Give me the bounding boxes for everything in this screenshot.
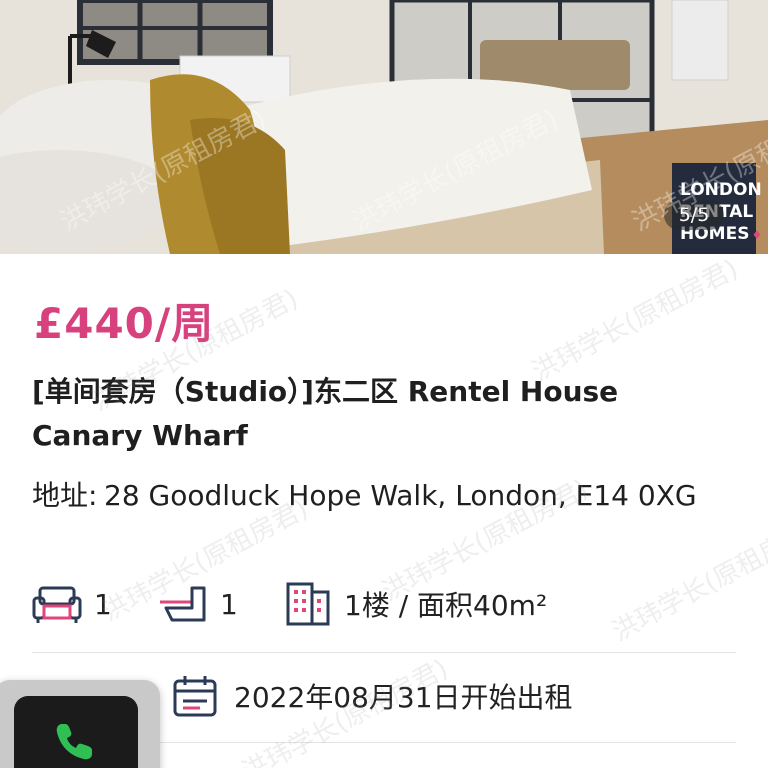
address-value[interactable]: 28 Goodluck Hope Walk, London, E14 0XG — [104, 474, 704, 518]
phone-icon — [56, 724, 92, 760]
bathroom-count: 1 — [158, 580, 238, 628]
building-icon — [286, 582, 330, 626]
brand-heart-icon: ♦ — [751, 228, 763, 242]
bathtub-icon — [160, 586, 206, 622]
room-photo-illustration — [0, 0, 768, 254]
living-room-count-text: 1 — [94, 587, 112, 621]
brand-line-1: LONDON — [680, 180, 762, 200]
listing-screen: LONDON RENTAL HOMES♦ 5/5 £440/周 [单间套房（St… — [0, 0, 768, 768]
listing-photo[interactable]: LONDON RENTAL HOMES♦ 5/5 — [0, 0, 768, 254]
sofa-icon — [32, 586, 82, 623]
photo-counter: 5/5 — [664, 200, 724, 230]
calendar-icon — [173, 676, 217, 717]
watermark: 洪玮学长(原租房君) — [527, 253, 744, 388]
watermark: 洪玮学长(原租房君) — [607, 513, 768, 648]
available-from-text: 2022年08月31日开始出租 — [234, 681, 573, 714]
listing-title: [单间套房（Studio）]东二区 Rentel House Canary Wh… — [32, 375, 619, 452]
bathroom-count-text: 1 — [220, 587, 238, 621]
call-button[interactable] — [14, 696, 138, 768]
price: £440/周 — [34, 299, 215, 348]
call-button-container — [0, 680, 160, 768]
floor-area-text: 1楼 / 面积40m² — [344, 589, 548, 622]
address-label: 地址: — [32, 479, 98, 512]
floor-area: 1楼 / 面积40m² — [284, 580, 547, 628]
living-room-count: 1 — [32, 580, 112, 628]
section-divider — [32, 652, 736, 653]
availability-row: 2022年08月31日开始出租 — [172, 672, 573, 720]
